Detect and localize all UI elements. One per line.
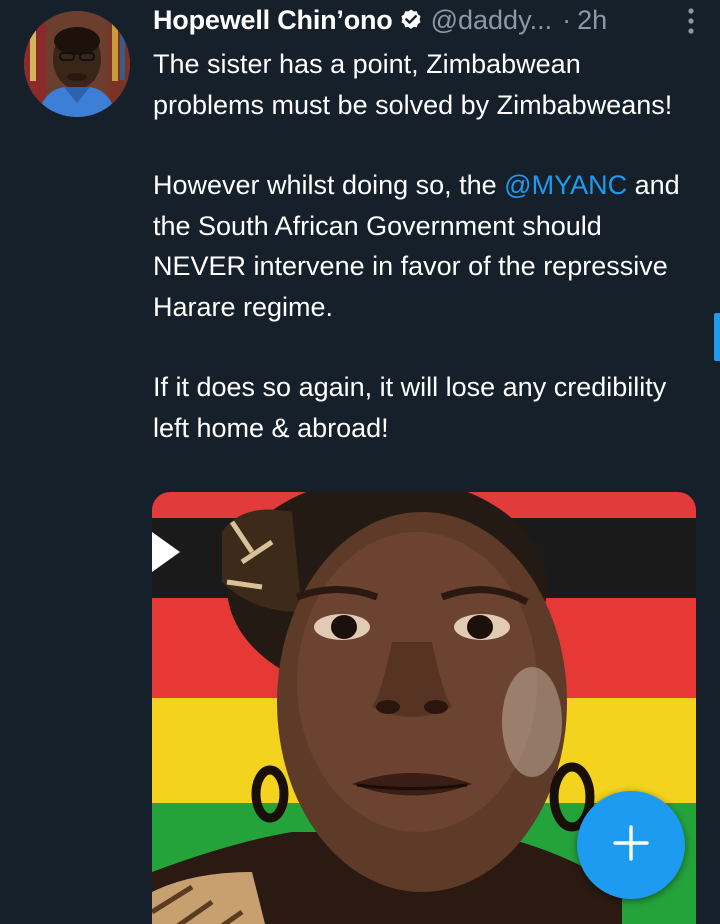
tweet-paragraph-1: The sister has a point, Zimbabwean probl…: [153, 49, 673, 120]
more-vertical-icon[interactable]: [682, 6, 700, 36]
tweet-header: Hopewell Chin’ono @daddy... · 2h: [153, 2, 700, 38]
scrollbar-thumb[interactable]: [714, 313, 720, 361]
tweet-screen: Hopewell Chin’ono @daddy... · 2h The sis…: [0, 0, 720, 924]
author-name[interactable]: Hopewell Chin’ono: [153, 5, 393, 36]
author-handle[interactable]: @daddy...: [431, 5, 552, 36]
tweet-paragraph-3: If it does so again, it will lose any cr…: [153, 372, 667, 443]
avatar-image: [24, 11, 130, 117]
compose-tweet-button[interactable]: [577, 791, 685, 899]
plus-icon: [611, 823, 651, 868]
tweet-timestamp[interactable]: 2h: [577, 5, 607, 36]
mention-link-myanc[interactable]: @MYANC: [504, 170, 627, 200]
verified-badge-icon: [399, 8, 423, 32]
tweet-paragraph-2: However whilst doing so, the @MYANC and …: [153, 165, 698, 327]
author-avatar[interactable]: [24, 11, 130, 117]
separator-dot: ·: [562, 4, 572, 35]
paragraph-text-before-mention: However whilst doing so, the: [153, 170, 505, 200]
tweet-body: The sister has a point, Zimbabwean probl…: [153, 44, 698, 448]
